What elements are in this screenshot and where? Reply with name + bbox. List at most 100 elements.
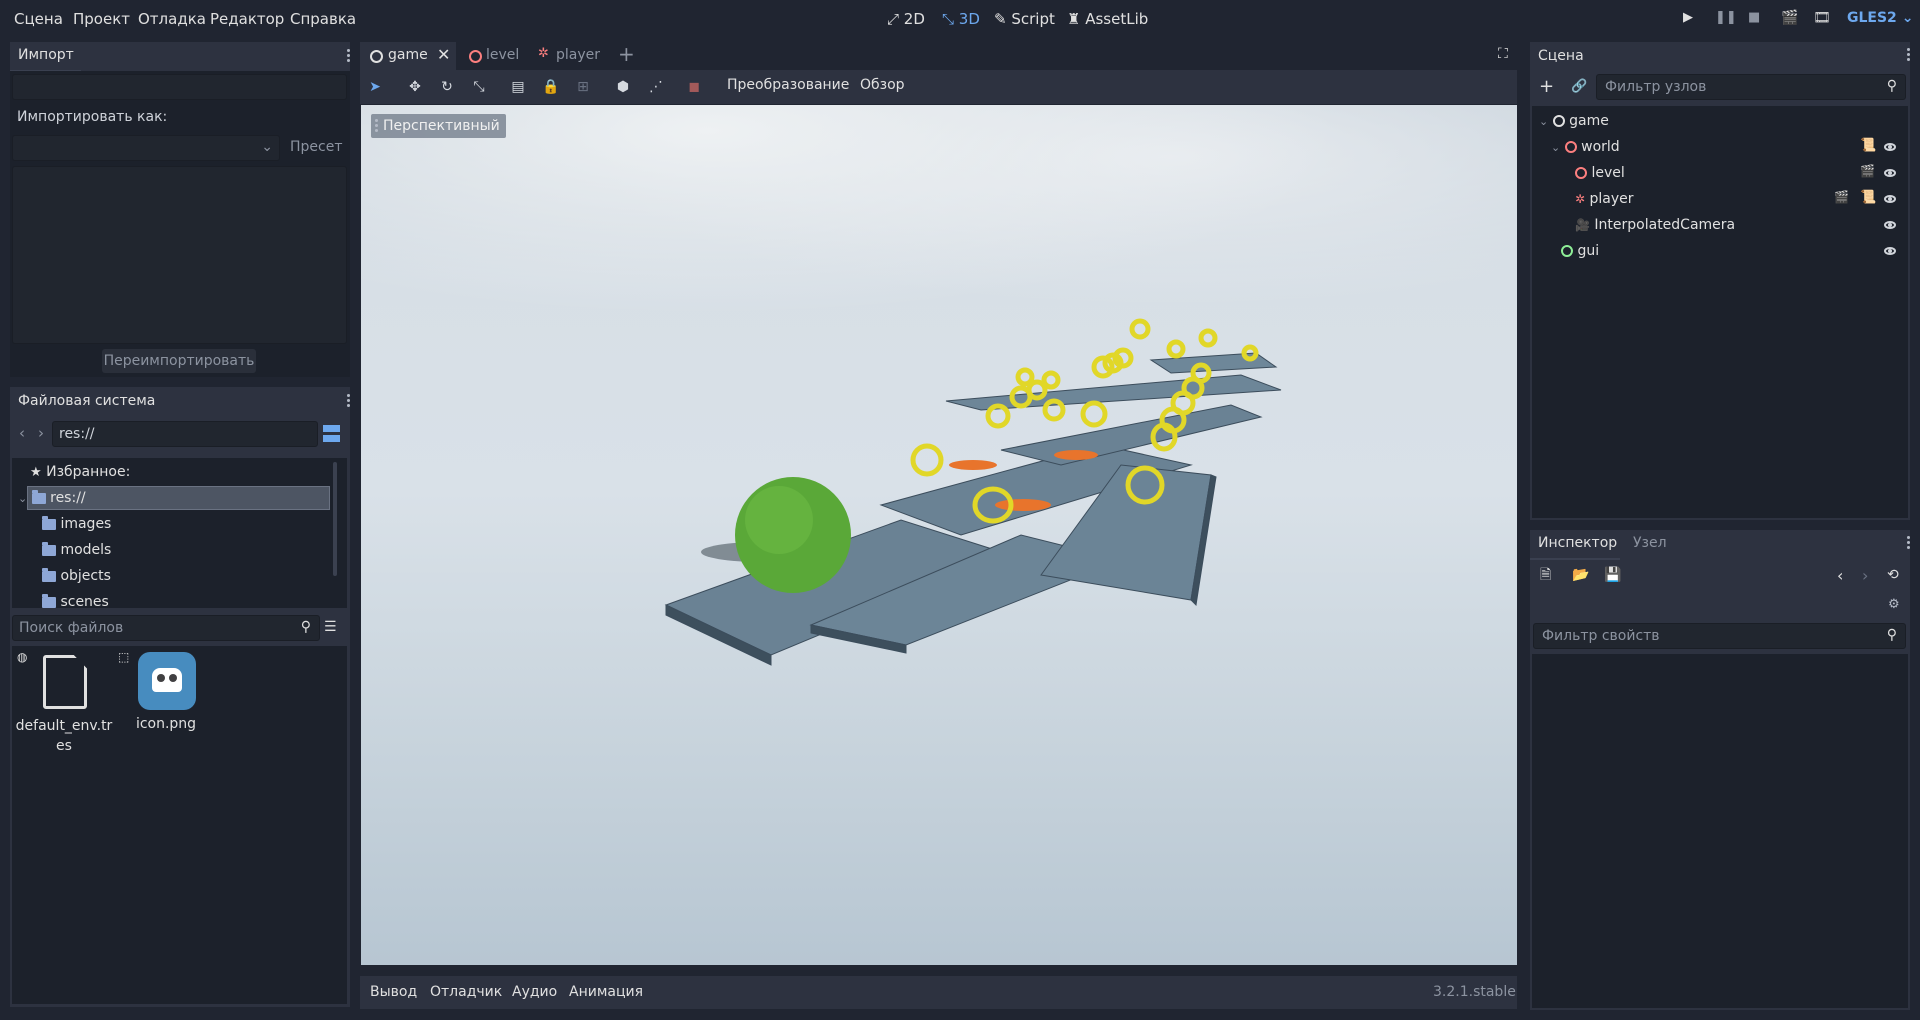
folder-row[interactable]: scenes	[42, 590, 109, 608]
tree-node-game[interactable]: ⌄ game	[1539, 109, 1609, 133]
file-search-input[interactable]: Поиск файлов ⚲	[12, 615, 320, 641]
object-properties-icon[interactable]: ⚙	[1888, 598, 1900, 611]
save-icon[interactable]: 💾	[1604, 568, 1621, 582]
transform-menu[interactable]: Преобразование	[727, 77, 849, 93]
close-icon[interactable]: ✕	[437, 47, 450, 63]
folder-row[interactable]: models	[42, 538, 111, 562]
search-icon: ⚲	[300, 619, 311, 635]
instance-scene-icon[interactable]: 🎬	[1834, 191, 1849, 203]
lock-icon[interactable]: 🔒	[541, 77, 561, 97]
path-field[interactable]: res://	[52, 421, 318, 447]
tree-scrollbar[interactable]	[333, 462, 337, 576]
tab-audio[interactable]: Аудио	[512, 984, 557, 1000]
tab-animation[interactable]: Анимация	[569, 984, 643, 1000]
script-icon[interactable]: 📜	[1860, 191, 1876, 204]
root-folder-row[interactable]: ⌄ res://	[18, 486, 86, 510]
scene-tab-level[interactable]: level	[464, 42, 530, 70]
tree-node-player[interactable]: ✲ player	[1575, 187, 1634, 211]
distraction-free-icon[interactable]: ⛶	[1498, 47, 1508, 61]
scene-tab-game[interactable]: game ✕	[360, 42, 456, 70]
reimport-button[interactable]: Переимпортировать	[102, 349, 256, 373]
stop-icon[interactable]: ■	[1748, 11, 1760, 24]
folder-label: models	[60, 542, 112, 558]
link-icon[interactable]: 🔗	[1571, 80, 1587, 93]
chevron-down-icon: ⌄	[1539, 115, 1549, 128]
tree-node-level[interactable]: level	[1575, 161, 1625, 185]
scale-tool-icon[interactable]: ⤡	[469, 77, 489, 97]
tab-output[interactable]: Вывод	[370, 984, 417, 1000]
tree-node-world[interactable]: ⌄ world	[1551, 135, 1620, 159]
tree-node-interpolatedcamera[interactable]: 🎥 InterpolatedCamera	[1575, 213, 1735, 237]
tab-debugger[interactable]: Отладчик	[430, 984, 502, 1000]
open-folder-icon[interactable]: 📂	[1572, 568, 1589, 582]
workspace-script-label: Script	[1011, 10, 1055, 28]
play-icon[interactable]: ▶	[1683, 11, 1693, 24]
viewport-3d[interactable]: Перспективный	[361, 105, 1517, 965]
script-icon[interactable]: 📜	[1860, 139, 1876, 152]
dock-menu-icon[interactable]	[347, 394, 350, 409]
perspective-menu[interactable]: Перспективный	[371, 114, 506, 138]
add-tab-icon[interactable]: +	[618, 44, 635, 64]
workspace-2d-button[interactable]: ⤢ 2D	[887, 10, 925, 28]
dock-menu-icon[interactable]	[347, 49, 350, 64]
local-space-icon[interactable]: ⬢	[613, 77, 633, 97]
workspace-assetlib-button[interactable]: ♜ AssetLib	[1067, 10, 1148, 28]
list-view-icon[interactable]: ☰	[324, 620, 337, 634]
camera-icon[interactable]: ◼	[684, 77, 704, 97]
group-icon[interactable]: ⊞	[573, 77, 593, 97]
visibility-eye-icon[interactable]	[1884, 195, 1896, 203]
view-menu[interactable]: Обзор	[860, 77, 905, 93]
file-item[interactable]: ⬚ icon.png	[116, 650, 216, 740]
menu-scene[interactable]: Сцена	[14, 10, 63, 28]
tree-node-gui[interactable]: gui	[1561, 239, 1599, 263]
history-icon[interactable]: ⟲	[1887, 568, 1899, 582]
file-item[interactable]: ◍ default_env.tres	[14, 650, 114, 760]
new-resource-icon[interactable]: 🗎	[1540, 568, 1551, 582]
back-icon[interactable]: ‹	[19, 426, 25, 441]
import-as-select[interactable]: ⌄	[12, 135, 280, 161]
split-view-icon[interactable]	[323, 425, 340, 442]
tab-inspector[interactable]: Инспектор	[1530, 530, 1620, 560]
tab-scene[interactable]: Сцена	[1538, 48, 1584, 64]
pause-icon[interactable]: ❚❚	[1715, 11, 1737, 24]
scene-tab-player[interactable]: ✲ player	[536, 42, 606, 70]
folder-row[interactable]: objects	[42, 564, 111, 588]
forward-icon[interactable]: ›	[38, 426, 44, 441]
snap-icon[interactable]: ⋰	[646, 77, 666, 97]
move-tool-icon[interactable]: ✥	[405, 77, 425, 97]
menu-editor[interactable]: Редактор	[210, 10, 284, 28]
visibility-eye-icon[interactable]	[1884, 247, 1896, 255]
instance-scene-icon[interactable]: 🎬	[1860, 165, 1875, 177]
history-forward-icon[interactable]: ›	[1862, 568, 1868, 584]
tab-import[interactable]: Импорт	[18, 47, 74, 63]
add-node-icon[interactable]: +	[1539, 78, 1554, 96]
visibility-eye-icon[interactable]	[1884, 221, 1896, 229]
tab-filesystem[interactable]: Файловая система	[18, 393, 155, 409]
menu-project[interactable]: Проект	[73, 10, 130, 28]
visibility-eye-icon[interactable]	[1884, 143, 1896, 151]
tab-node[interactable]: Узел	[1633, 535, 1667, 551]
history-back-icon[interactable]: ‹	[1837, 568, 1843, 584]
list-select-icon[interactable]: ▤	[508, 77, 528, 97]
visibility-eye-icon[interactable]	[1884, 169, 1896, 177]
property-filter-input[interactable]: Фильтр свойств ⚲	[1533, 623, 1906, 649]
folder-row[interactable]: images	[42, 512, 111, 536]
play-scene-icon[interactable]: 🎬	[1781, 11, 1798, 25]
assetlib-icon: ♜	[1067, 10, 1081, 28]
import-file-field[interactable]	[12, 74, 347, 100]
rigidbody-icon: ✲	[1575, 192, 1586, 206]
dock-menu-icon[interactable]	[1907, 48, 1910, 63]
dock-menu-icon[interactable]	[1907, 536, 1910, 551]
preset-button[interactable]: Пресет	[290, 139, 343, 155]
menu-debug[interactable]: Отладка	[138, 10, 206, 28]
select-tool-icon[interactable]: ➤	[365, 77, 385, 97]
search-icon: ⚲	[1886, 627, 1897, 643]
workspace-script-button[interactable]: ✎ Script	[994, 10, 1055, 28]
node-filter-input[interactable]: Фильтр узлов ⚲	[1596, 74, 1906, 100]
favorites-row[interactable]: ★ Избранное:	[30, 460, 130, 484]
menu-help[interactable]: Справка	[290, 10, 356, 28]
play-custom-scene-icon[interactable]: 🎞	[1813, 11, 1831, 25]
workspace-3d-button[interactable]: ⤡ 3D	[942, 10, 980, 28]
renderer-select[interactable]: GLES2 ⌄	[1847, 10, 1913, 26]
rotate-tool-icon[interactable]: ↻	[437, 77, 457, 97]
